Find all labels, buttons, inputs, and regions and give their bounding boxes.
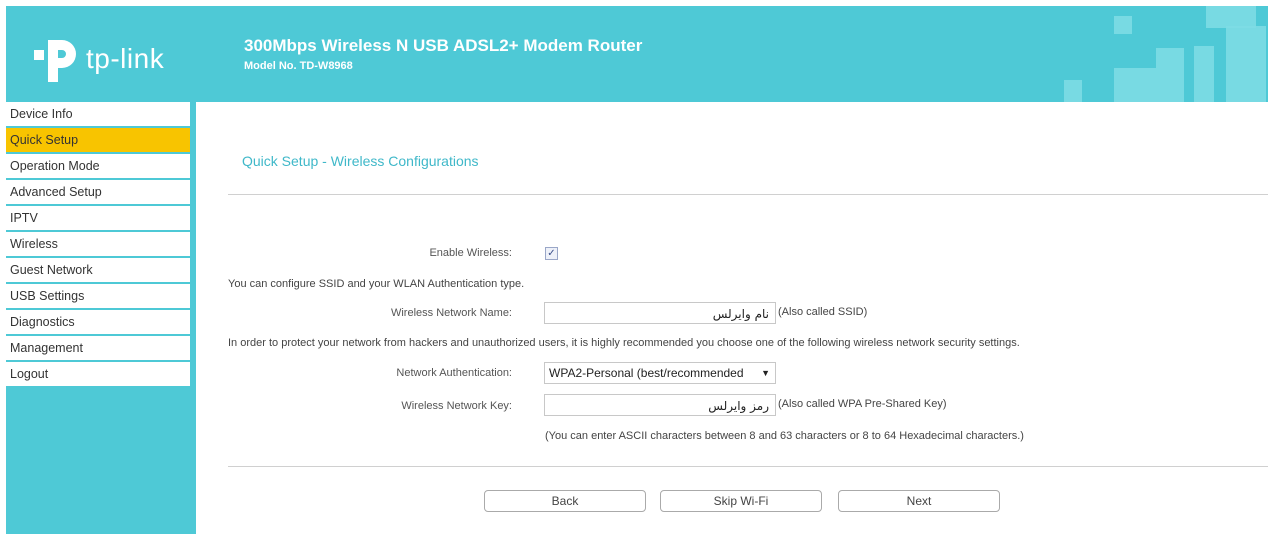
- sidebar-item-wireless[interactable]: Wireless: [6, 232, 190, 258]
- model-number: Model No. TD-W8968: [244, 60, 353, 72]
- auth-label: Network Authentication:: [396, 367, 512, 379]
- main-content: Quick Setup - Wireless Configurations En…: [196, 102, 1270, 534]
- key-note: (Also called WPA Pre-Shared Key): [778, 398, 947, 410]
- key-label: Wireless Network Key:: [401, 400, 512, 412]
- sidebar-item-quick-setup[interactable]: Quick Setup: [6, 128, 190, 154]
- tp-link-logo: tp-link: [30, 36, 164, 82]
- skip-wifi-button[interactable]: Skip Wi-Fi: [660, 490, 822, 512]
- sidebar-item-advanced-setup[interactable]: Advanced Setup: [6, 180, 190, 206]
- back-button[interactable]: Back: [484, 490, 646, 512]
- header-decoration: [1064, 80, 1082, 102]
- sidebar-item-device-info[interactable]: Device Info: [6, 102, 190, 128]
- header-decoration: [1226, 26, 1266, 102]
- security-intro-text: In order to protect your network from ha…: [228, 337, 1020, 349]
- sidebar-item-usb-settings[interactable]: USB Settings: [6, 284, 190, 310]
- next-button[interactable]: Next: [838, 490, 1000, 512]
- ssid-label: Wireless Network Name:: [390, 307, 512, 319]
- header-decoration: [1156, 48, 1184, 68]
- sidebar-item-operation-mode[interactable]: Operation Mode: [6, 154, 190, 180]
- divider: [228, 194, 1268, 195]
- header-decoration: [1194, 46, 1214, 102]
- network-authentication-value: WPA2-Personal (best/recommended: [549, 366, 744, 380]
- sidebar-item-iptv[interactable]: IPTV: [6, 206, 190, 232]
- sidebar-item-logout[interactable]: Logout: [6, 362, 190, 388]
- sidebar-menu: Device Info Quick Setup Operation Mode A…: [6, 102, 196, 388]
- sidebar-item-diagnostics[interactable]: Diagnostics: [6, 310, 190, 336]
- network-authentication-select[interactable]: WPA2-Personal (best/recommended ▼: [544, 362, 776, 384]
- product-title: 300Mbps Wireless N USB ADSL2+ Modem Rout…: [244, 36, 643, 55]
- header-decoration: [1114, 68, 1184, 102]
- enable-wireless-checkbox[interactable]: ✓: [545, 247, 558, 260]
- ssid-note: (Also called SSID): [778, 306, 868, 318]
- key-hint: (You can enter ASCII characters between …: [545, 430, 1024, 442]
- router-admin-page: tp-link 300Mbps Wireless N USB ADSL2+ Mo…: [0, 0, 1270, 534]
- dropdown-arrow-icon: ▼: [761, 368, 770, 378]
- enable-wireless-label: Enable Wireless:: [429, 247, 512, 259]
- ssid-intro-text: You can configure SSID and your WLAN Aut…: [228, 278, 525, 290]
- sidebar: Device Info Quick Setup Operation Mode A…: [6, 102, 196, 534]
- header-banner: tp-link 300Mbps Wireless N USB ADSL2+ Mo…: [6, 6, 1268, 102]
- wireless-key-input[interactable]: رمز وایرلس: [544, 394, 776, 416]
- tp-link-logo-icon: [34, 40, 76, 82]
- divider: [228, 466, 1268, 467]
- sidebar-item-guest-network[interactable]: Guest Network: [6, 258, 190, 284]
- ssid-input[interactable]: نام وایرلس: [544, 302, 776, 324]
- sidebar-item-management[interactable]: Management: [6, 336, 190, 362]
- logo-text: tp-link: [86, 43, 165, 74]
- header-decoration: [1206, 6, 1256, 28]
- page-title: Quick Setup - Wireless Configurations: [242, 153, 479, 169]
- header-decoration: [1114, 16, 1132, 34]
